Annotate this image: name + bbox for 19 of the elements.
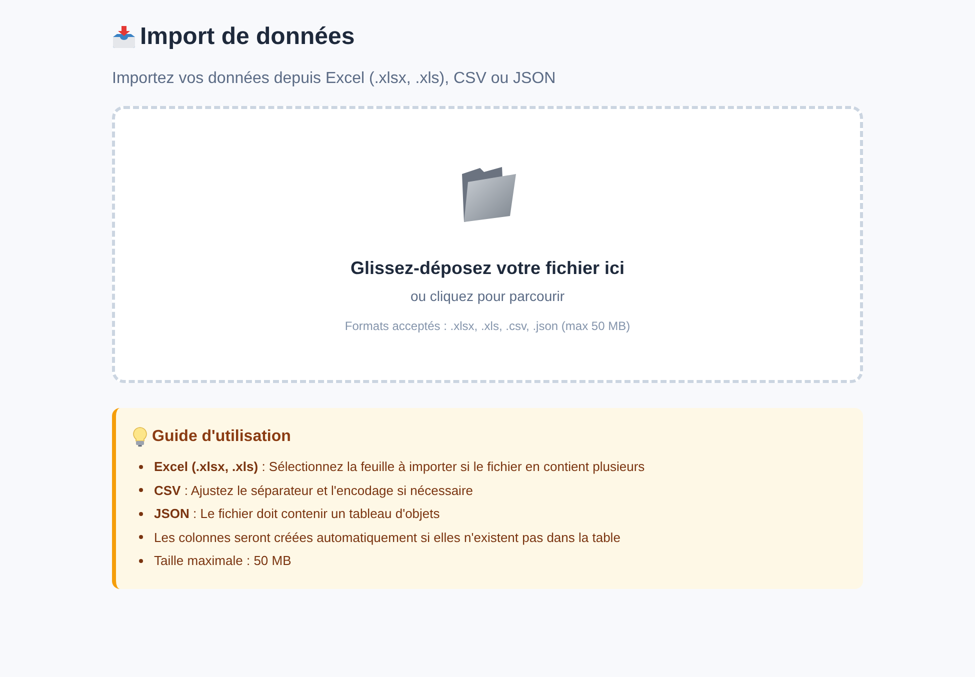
guide-item: Taille maximale : 50 MB: [154, 552, 292, 570]
guide-title: Guide d'utilisation: [152, 427, 291, 447]
inbox-tray-icon: [112, 26, 136, 48]
browse-hint: ou cliquez pour parcourir: [410, 287, 565, 305]
bullet-icon: [139, 558, 143, 563]
bullet-icon: [139, 512, 143, 516]
guide-item: Les colonnes seront créées automatiquement si elles n'existent pas dans la table: [154, 528, 620, 546]
bullet-icon: [139, 488, 143, 492]
accepted-formats: Formats acceptés : .xlsx, .xls, .csv, .json (max 50 MB): [344, 318, 630, 334]
guide-item: JSON : Le fichier doit contenir un tableau d'objets: [154, 505, 440, 522]
page-subtitle: Importez vos données depuis Excel (.xlsx, .xls), CSV ou JSON: [112, 69, 557, 89]
guide-item: Excel (.xlsx, .xls) : Sélectionnez la feuille à importer si le fichier en contient plusieurs: [154, 458, 645, 476]
bullet-icon: [139, 464, 143, 469]
drop-zone-title: Glissez-déposez votre fichier ici: [350, 257, 625, 279]
page-title: Import de données: [140, 22, 355, 52]
bullet-icon: [139, 535, 143, 540]
light-bulb-icon: [133, 427, 147, 447]
drop-zone[interactable]: Glissez-déposez votre fichier ici ou cliquez pour parcourir Formats acceptés : .xlsx, .xls, .csv, .json (max 50 MB): [112, 106, 863, 383]
guide-item: CSV : Ajustez le séparateur et l'encodage si nécessaire: [154, 482, 473, 499]
